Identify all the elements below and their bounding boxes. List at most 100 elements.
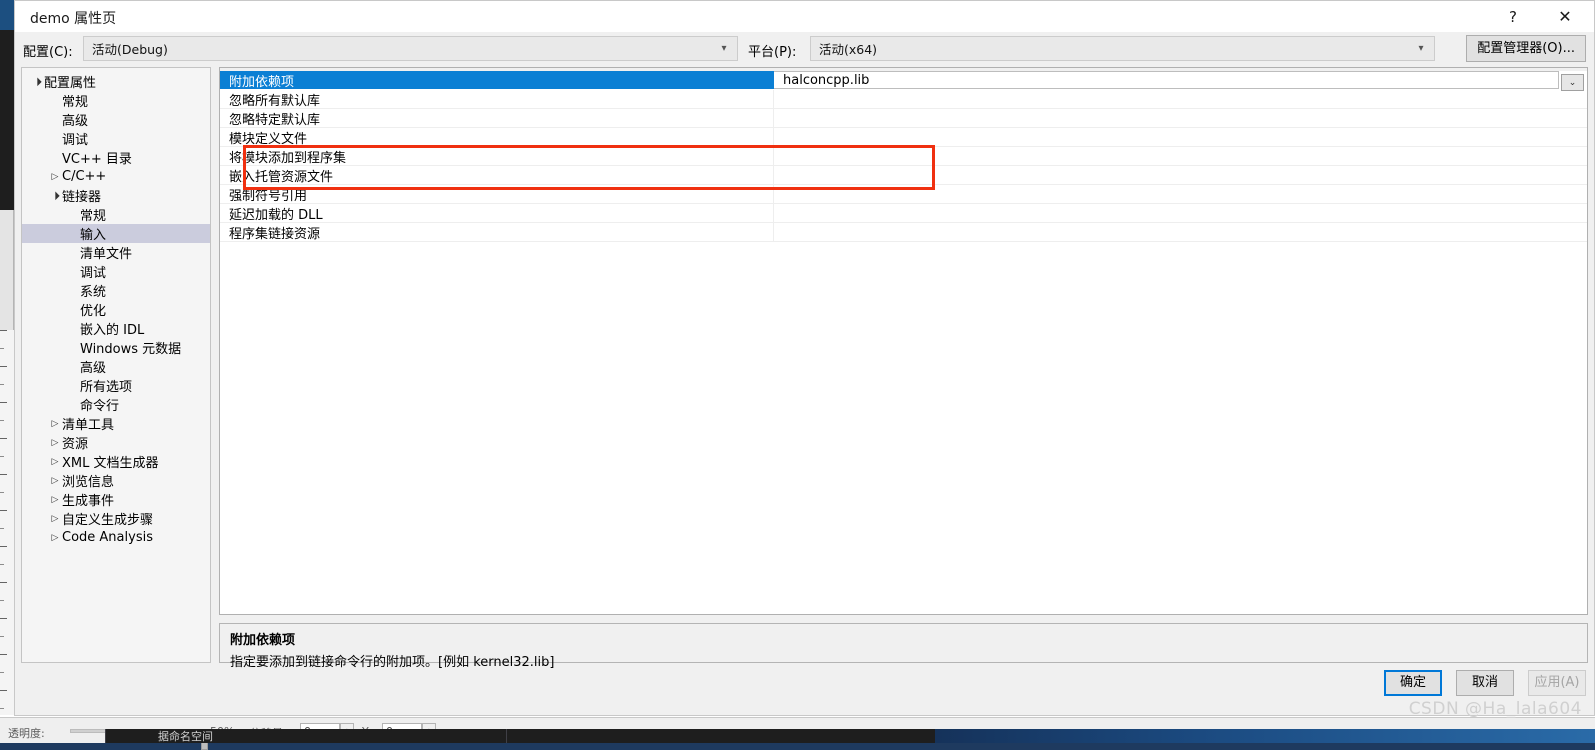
property-name: 忽略特定默认库: [220, 109, 774, 127]
close-icon[interactable]: ✕: [1542, 1, 1588, 32]
property-value[interactable]: [774, 90, 1587, 108]
expand-arrow-right-icon[interactable]: [48, 438, 62, 448]
tree-item[interactable]: 常规: [22, 205, 210, 224]
cancel-button[interactable]: 取消: [1456, 670, 1514, 696]
property-row[interactable]: 强制符号引用: [220, 185, 1587, 204]
background-toolwindow-sliver: [0, 210, 14, 330]
platform-value: 活动(x64): [811, 39, 1408, 58]
tree-item[interactable]: 优化: [22, 300, 210, 319]
property-pages-dialog: demo 属性页 ? ✕ 配置(C): 活动(Debug) ▾ 平台(P): 活…: [14, 0, 1595, 716]
tree-item[interactable]: 高级: [22, 110, 210, 129]
tree-item[interactable]: 系统: [22, 281, 210, 300]
tree-item[interactable]: C/C++: [22, 167, 210, 186]
help-icon[interactable]: ?: [1490, 1, 1536, 32]
property-value[interactable]: [774, 223, 1587, 241]
background-output-divider: [506, 729, 507, 743]
tree-item[interactable]: 调试: [22, 129, 210, 148]
property-value[interactable]: [774, 204, 1587, 222]
property-name: 程序集链接资源: [220, 223, 774, 241]
tree-item[interactable]: 输入: [22, 224, 210, 243]
ruler-tick: [0, 600, 4, 601]
property-row[interactable]: 忽略特定默认库: [220, 109, 1587, 128]
tree-item[interactable]: 链接器: [22, 186, 210, 205]
ruler-tick: [0, 528, 4, 529]
tree-item[interactable]: 资源: [22, 433, 210, 452]
tree-item[interactable]: 嵌入的 IDL: [22, 319, 210, 338]
expand-arrow-right-icon[interactable]: [48, 419, 62, 429]
tree-item[interactable]: 自定义生成步骤: [22, 509, 210, 528]
tree-item-label: 命令行: [80, 395, 119, 414]
tree-item[interactable]: 所有选项: [22, 376, 210, 395]
expand-arrow-down-icon[interactable]: [48, 191, 62, 200]
property-value[interactable]: [774, 185, 1587, 203]
configuration-manager-button[interactable]: 配置管理器(O)...: [1466, 35, 1586, 62]
settings-tree[interactable]: 配置属性常规高级调试VC++ 目录C/C++链接器常规输入清单文件调试系统优化嵌…: [21, 67, 211, 663]
configuration-select[interactable]: 活动(Debug) ▾: [83, 36, 738, 61]
background-editor-sliver: [0, 30, 14, 210]
background-output-panel: 据命名空间: [105, 729, 935, 743]
tree-item[interactable]: 生成事件: [22, 490, 210, 509]
ruler-tick: [0, 636, 4, 637]
ruler-tick: [0, 672, 4, 673]
property-row[interactable]: 将模块添加到程序集: [220, 147, 1587, 166]
value-dropdown-icon[interactable]: ⌄: [1561, 74, 1584, 91]
property-row[interactable]: 延迟加载的 DLL: [220, 204, 1587, 223]
property-name: 延迟加载的 DLL: [220, 204, 774, 222]
property-row[interactable]: 模块定义文件: [220, 128, 1587, 147]
ruler-tick: [0, 438, 7, 439]
expand-arrow-right-icon[interactable]: [48, 514, 62, 524]
ruler-tick: [0, 690, 7, 691]
property-row[interactable]: 程序集链接资源: [220, 223, 1587, 242]
chevron-down-icon: ▾: [711, 43, 737, 54]
ruler-tick: [0, 492, 4, 493]
tree-item[interactable]: 高级: [22, 357, 210, 376]
ruler-tick: [0, 402, 7, 403]
property-row[interactable]: 忽略所有默认库: [220, 90, 1587, 109]
configuration-value: 活动(Debug): [84, 39, 711, 58]
property-value[interactable]: [774, 166, 1587, 184]
tree-item[interactable]: VC++ 目录: [22, 148, 210, 167]
expand-arrow-down-icon[interactable]: [30, 77, 44, 86]
tree-item[interactable]: 清单文件: [22, 243, 210, 262]
tree-item-label: 清单工具: [62, 414, 114, 433]
tree-item[interactable]: 调试: [22, 262, 210, 281]
background-titlebar-sliver: [0, 0, 14, 30]
tree-item[interactable]: Windows 元数据: [22, 338, 210, 357]
tree-item-label: 系统: [80, 281, 106, 300]
property-grid[interactable]: 附加依赖项halconcpp.lib⌄忽略所有默认库忽略特定默认库模块定义文件将…: [219, 67, 1588, 615]
ruler-tick: [0, 348, 4, 349]
ok-button[interactable]: 确定: [1384, 670, 1442, 696]
opacity-label: 透明度:: [8, 725, 45, 741]
apply-button: 应用(A): [1528, 670, 1586, 696]
tree-item-label: XML 文档生成器: [62, 452, 159, 471]
tree-item[interactable]: 浏览信息: [22, 471, 210, 490]
tree-item-label: 浏览信息: [62, 471, 114, 490]
expand-arrow-right-icon[interactable]: [48, 172, 62, 182]
tree-item-label: 高级: [80, 357, 106, 376]
platform-select[interactable]: 活动(x64) ▾: [810, 36, 1435, 61]
property-value[interactable]: [774, 128, 1587, 146]
ruler-tick: [0, 330, 7, 331]
ruler-tick: [0, 708, 4, 709]
background-ruler-sliver: [0, 330, 14, 715]
description-title: 附加依赖项: [230, 629, 1577, 648]
expand-arrow-right-icon[interactable]: [48, 457, 62, 467]
tree-item[interactable]: 常规: [22, 91, 210, 110]
tree-item[interactable]: 清单工具: [22, 414, 210, 433]
description-panel: 附加依赖项 指定要添加到链接命令行的附加项。[例如 kernel32.lib]: [219, 623, 1588, 663]
property-value[interactable]: halconcpp.lib: [774, 71, 1559, 89]
property-row[interactable]: 附加依赖项halconcpp.lib⌄: [220, 71, 1587, 90]
expand-arrow-right-icon[interactable]: [48, 476, 62, 486]
tree-item[interactable]: 命令行: [22, 395, 210, 414]
configuration-bar: 配置(C): 活动(Debug) ▾ 平台(P): 活动(x64) ▾ 配置管理…: [15, 32, 1594, 67]
expand-arrow-right-icon[interactable]: [48, 495, 62, 505]
tree-item[interactable]: XML 文档生成器: [22, 452, 210, 471]
property-value[interactable]: [774, 109, 1587, 127]
tree-item[interactable]: 配置属性: [22, 72, 210, 91]
tree-item-label: 输入: [80, 224, 106, 243]
expand-arrow-right-icon[interactable]: [48, 533, 62, 543]
property-row[interactable]: 嵌入托管资源文件: [220, 166, 1587, 185]
property-value[interactable]: [774, 147, 1587, 165]
tree-item[interactable]: Code Analysis: [22, 528, 210, 547]
ruler-tick: [0, 366, 7, 367]
